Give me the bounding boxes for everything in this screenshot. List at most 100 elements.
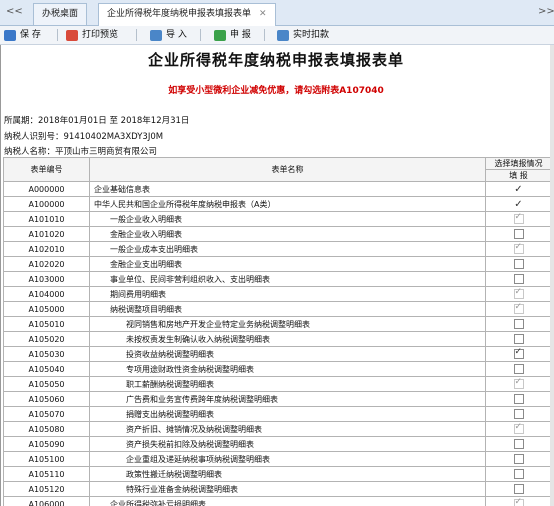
form-code-cell: A103000 [3, 271, 90, 287]
tab-current[interactable]: 企业所得税年度纳税申报表填报表单 ✕ [98, 3, 276, 26]
required-check-icon: ✓ [514, 183, 523, 195]
declare-button[interactable]: 申 报 [214, 28, 251, 42]
form-name-cell: 特殊行业准备金纳税调整明细表 [89, 481, 486, 497]
form-code-cell: A105000 [3, 301, 90, 317]
table-row: A102020 金融企业支出明细表 [3, 256, 552, 272]
table-row: A103000 事业单位、民间非营利组织收入、支出明细表 [3, 271, 552, 287]
fill-checkbox[interactable] [513, 334, 524, 344]
period-text: 所属期：2018年01月01日 至 2018年12月31日 [4, 116, 190, 126]
select-cell [485, 316, 552, 332]
form-name-cell: 期间费用明细表 [89, 286, 486, 302]
tab-scroll-left-icon[interactable]: << [6, 6, 23, 17]
fill-checkbox [513, 288, 524, 299]
table-row: A105020 未按权责发生制确认收入纳税调整明细表 [3, 331, 552, 347]
realtime-deduct-button[interactable]: 实时扣款 [277, 28, 329, 42]
form-code-cell: A105030 [3, 346, 90, 362]
column-header-code: 表单编号 [3, 157, 90, 182]
fill-checkbox[interactable] [513, 439, 524, 449]
fill-checkbox[interactable] [513, 229, 524, 239]
form-name-cell: 事业单位、民间非营利组织收入、支出明细表 [89, 271, 486, 287]
column-header-fill: 填 报 [485, 169, 552, 182]
fill-checkbox [513, 423, 524, 434]
print-preview-button[interactable]: 打印预览 [66, 28, 118, 42]
form-code-cell: A105070 [3, 406, 90, 422]
form-name-cell: 中华人民共和国企业所得税年度纳税申报表（A类） [89, 196, 486, 212]
form-name-cell: 企业重组及递延纳税事项纳税调整明细表 [89, 451, 486, 467]
select-cell: ✓ [485, 196, 552, 212]
table-row: A105040 专项用途财政性资金纳税调整明细表 [3, 361, 552, 377]
select-cell [485, 496, 552, 506]
toolbar-divider [264, 29, 265, 41]
taxpayer-id-text: 纳税人识别号：91410402MA3XDY3J0M [4, 132, 164, 142]
form-name-cell: 金融企业收入明细表 [89, 226, 486, 242]
fill-checkbox [513, 213, 524, 224]
fill-checkbox[interactable] [513, 259, 524, 269]
fill-checkbox[interactable] [513, 469, 524, 479]
tab-bar: << 办税桌面 企业所得税年度纳税申报表填报表单 ✕ >> [0, 0, 554, 26]
vertical-scrollbar[interactable] [550, 45, 554, 506]
tab-scroll-right-icon[interactable]: >> [538, 6, 554, 17]
form-code-cell: A105120 [3, 481, 90, 497]
form-code-cell: A105060 [3, 391, 90, 407]
table-row: A105030 投资收益纳税调整明细表 [3, 346, 552, 362]
table-row: A106000 企业所得税弥补亏损明细表 [3, 496, 552, 506]
fill-checkbox[interactable] [513, 319, 524, 329]
fill-checkbox[interactable] [513, 394, 524, 404]
save-button[interactable]: 保 存 [4, 28, 41, 42]
tab-home-label: 办税桌面 [42, 9, 79, 19]
import-button[interactable]: 导 入 [150, 28, 187, 42]
form-name-cell: 一般企业成本支出明细表 [89, 241, 486, 257]
form-name-cell: 企业基础信息表 [89, 181, 486, 197]
fill-checkbox [513, 243, 524, 254]
form-code-cell: A106000 [3, 496, 90, 506]
select-cell [485, 256, 552, 272]
table-row: A105080 资产折旧、摊销情况及纳税调整明细表 [3, 421, 552, 437]
form-name-cell: 政策性搬迁纳税调整明细表 [89, 466, 486, 482]
print-icon [66, 29, 78, 41]
select-cell [485, 286, 552, 302]
select-cell [485, 406, 552, 422]
select-cell [485, 211, 552, 227]
form-name-cell: 纳税调整项目明细表 [89, 301, 486, 317]
save-label: 保 存 [20, 30, 41, 40]
declare-label: 申 报 [230, 30, 251, 40]
select-cell [485, 466, 552, 482]
toolbar-divider [200, 29, 201, 41]
realtime-deduct-label: 实时扣款 [293, 30, 330, 40]
table-row: A102010 一般企业成本支出明细表 [3, 241, 552, 257]
table-row: A105010 视同销售和房地产开发企业特定业务纳税调整明细表 [3, 316, 552, 332]
form-panel: 企业所得税年度纳税申报表填报表单 如享受小型微利企业减免优惠，请勾选附表A107… [0, 45, 552, 506]
fill-checkbox [513, 498, 524, 506]
fill-checkbox[interactable] [513, 484, 524, 494]
form-name-cell: 捐赠支出纳税调整明细表 [89, 406, 486, 422]
table-row: A100000 中华人民共和国企业所得税年度纳税申报表（A类） ✓ [3, 196, 552, 212]
fill-checkbox[interactable] [513, 454, 524, 464]
table-row: A105090 资产损失税前扣除及纳税调整明细表 [3, 436, 552, 452]
fill-checkbox[interactable] [513, 364, 524, 374]
form-name-cell: 资产损失税前扣除及纳税调整明细表 [89, 436, 486, 452]
fill-checkbox[interactable] [513, 274, 524, 284]
form-name-cell: 职工薪酬纳税调整明细表 [89, 376, 486, 392]
form-name-cell: 视同销售和房地产开发企业特定业务纳税调整明细表 [89, 316, 486, 332]
column-header-name: 表单名称 [89, 157, 486, 182]
tab-current-label: 企业所得税年度纳税申报表填报表单 [107, 9, 252, 19]
table-row: A105070 捐赠支出纳税调整明细表 [3, 406, 552, 422]
page-title: 企业所得税年度纳税申报表填报表单 [147, 51, 404, 69]
close-tab-icon[interactable]: ✕ [259, 9, 267, 19]
notice-text: 如享受小型微利企业减免优惠，请勾选附表A107040 [168, 86, 384, 96]
select-cell [485, 271, 552, 287]
form-code-cell: A105100 [3, 451, 90, 467]
select-cell [485, 391, 552, 407]
tab-home[interactable]: 办税桌面 [33, 3, 88, 25]
fill-checkbox[interactable] [513, 348, 524, 359]
fill-checkbox[interactable] [513, 409, 524, 419]
form-code-cell: A102020 [3, 256, 90, 272]
table-row: A000000 企业基础信息表 ✓ [3, 181, 552, 197]
declare-icon [214, 29, 226, 41]
fill-checkbox [513, 378, 524, 389]
form-name-cell: 专项用途财政性资金纳税调整明细表 [89, 361, 486, 377]
required-check-icon: ✓ [514, 198, 523, 210]
import-label: 导 入 [166, 30, 187, 40]
save-icon [4, 29, 16, 41]
form-name-cell: 一般企业收入明细表 [89, 211, 486, 227]
